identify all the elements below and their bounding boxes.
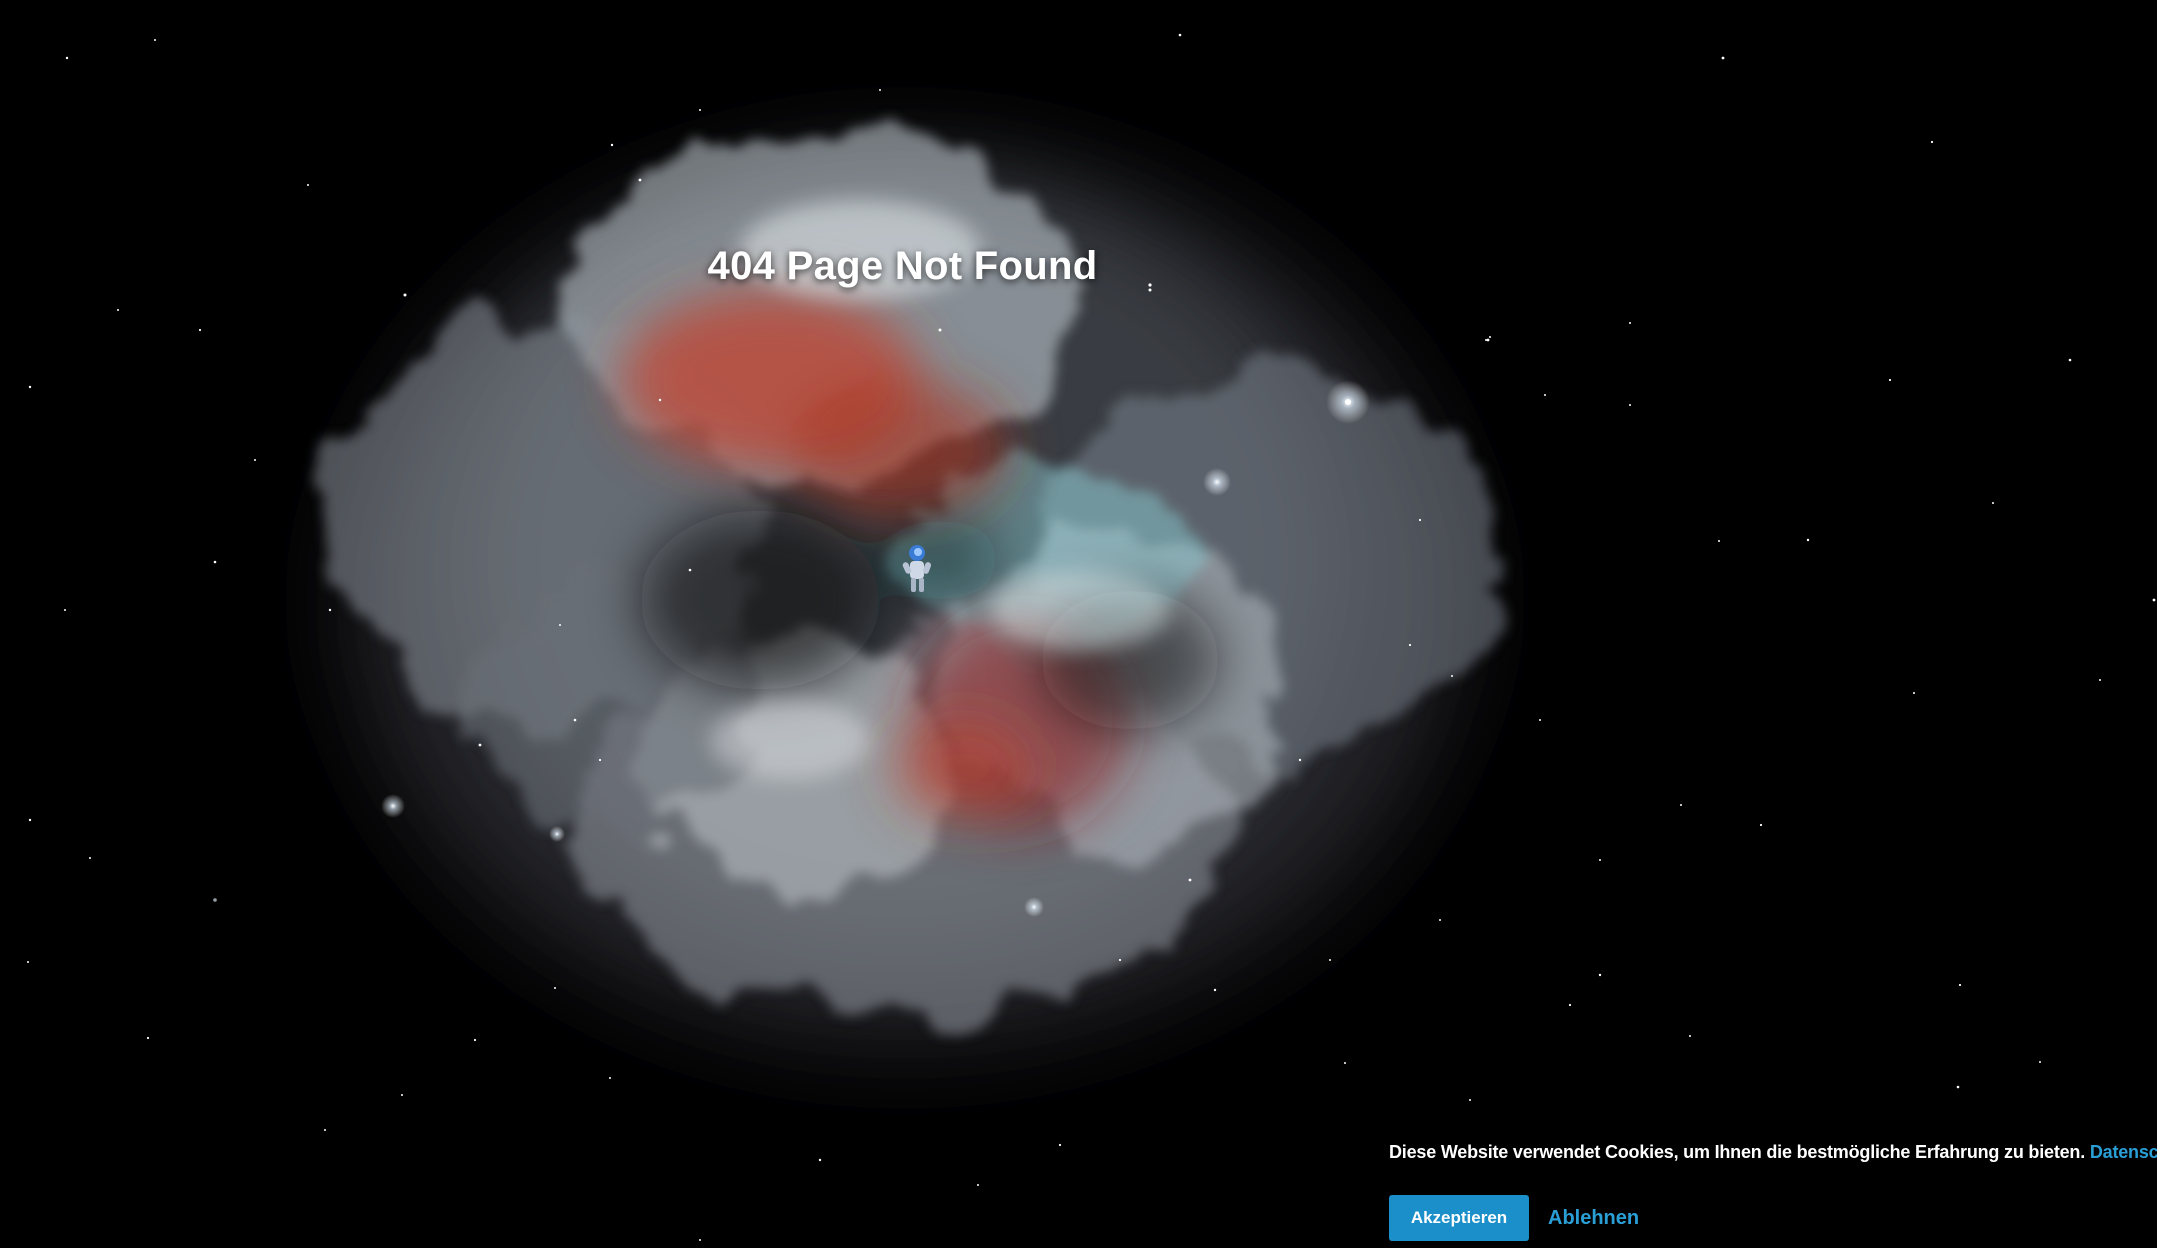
cookie-message-line: Diese Website verwendet Cookies, um Ihne… — [1389, 1137, 2157, 1167]
nebula-background — [27, 33, 2156, 1241]
privacy-link[interactable]: Datenschutz — [2090, 1142, 2157, 1162]
accept-cookies-button[interactable]: Akzeptieren — [1389, 1195, 1529, 1241]
cookie-banner: Diese Website verwendet Cookies, um Ihne… — [1389, 1137, 2157, 1241]
page: 404 Page Not Found Diese Website verwend… — [0, 0, 2157, 1248]
decline-cookies-button[interactable]: Ablehnen — [1548, 1207, 1639, 1230]
cookie-actions: Akzeptieren Ablehnen — [1389, 1195, 2149, 1241]
cookie-message: Diese Website verwendet Cookies, um Ihne… — [1389, 1142, 2086, 1162]
page-title: 404 Page Not Found — [707, 244, 1098, 288]
